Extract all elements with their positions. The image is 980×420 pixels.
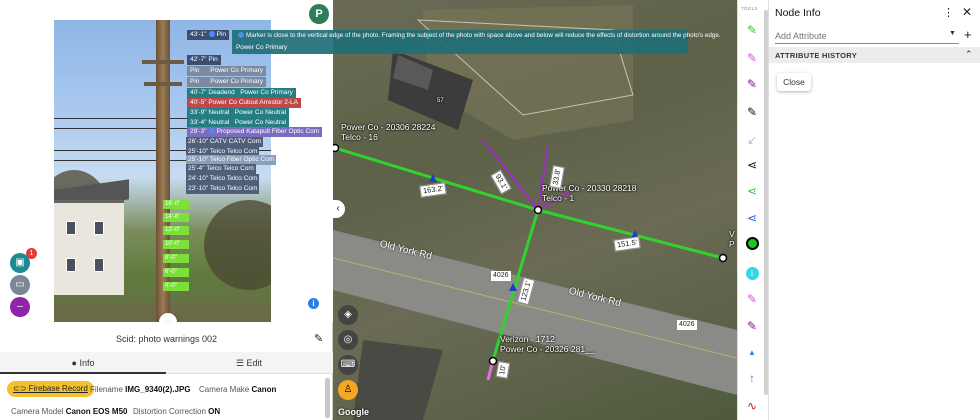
- photo-warning-banner: Marker is close to the vertical edge of …: [232, 30, 721, 54]
- node-label[interactable]: Power Co - 20306 28224 Telco - 16: [341, 122, 436, 142]
- close-icon[interactable]: ✕: [962, 5, 972, 19]
- sliders-icon: ☰: [235, 358, 245, 368]
- tag-row[interactable]: 40'-7" Deadend Power Co Primary: [187, 88, 296, 98]
- tag-row[interactable]: Pin Power Co Primary: [187, 77, 266, 87]
- node-label[interactable]: VP: [729, 229, 735, 249]
- panel-title: Node Info: [775, 7, 821, 19]
- wave-icon[interactable]: ∿: [744, 398, 760, 414]
- notification-badge: 1: [26, 248, 37, 259]
- more-vert-icon[interactable]: ⋮: [943, 6, 954, 19]
- share-black-icon[interactable]: ⋖: [744, 157, 760, 173]
- tag-row[interactable]: 25'-4" Telco Telco Com: [186, 164, 256, 174]
- pole-node: [718, 253, 728, 263]
- add-icon[interactable]: +: [964, 27, 972, 42]
- tag-row[interactable]: 42'-7" Pin: [187, 55, 221, 65]
- tag-row[interactable]: 26'-10" CATV CATV Com: [186, 137, 264, 147]
- node-info-panel: Node Info ⋮ ✕ ▼ + ATTRIBUTE HISTORY ⌃ Cl…: [768, 0, 980, 420]
- tag-row[interactable]: 23'-10" Telco Telco Com: [186, 184, 260, 194]
- photo-panel: 43'-1" Pin 42'-7" Pin Pin Power Co Primar…: [0, 0, 333, 420]
- height-marker[interactable]: 10'-0": [163, 240, 189, 249]
- tag-row[interactable]: 40'-5" Power Co Cutout Arrestor 2-LA: [187, 98, 301, 108]
- close-button[interactable]: Close: [777, 73, 811, 91]
- photo-info: ⊂⊃ Firebase Record Filename IMG_9340(2).…: [0, 376, 325, 420]
- tab-edit[interactable]: ☰ Edit: [166, 352, 332, 374]
- tag-row[interactable]: 28'-3" Proposed Katapult Fiber Optic Com: [187, 127, 323, 137]
- pencil-purple-icon[interactable]: ✎: [744, 76, 760, 92]
- span-line: [334, 146, 539, 212]
- locate-icon[interactable]: ◎: [338, 330, 358, 350]
- pencil-pink-icon[interactable]: ✎: [744, 50, 760, 66]
- firebase-record-link[interactable]: ⊂⊃ Firebase Record: [7, 381, 94, 397]
- share-blue-icon[interactable]: ⋖: [744, 210, 760, 226]
- building-number: 57: [437, 98, 444, 104]
- green-circle-icon[interactable]: [744, 237, 760, 253]
- pencil-magenta-icon[interactable]: ✎: [744, 291, 760, 307]
- tag-row[interactable]: 24'-10" Telco Telco Com: [186, 174, 260, 184]
- route-number: 4026: [677, 320, 697, 330]
- panel-header: Node Info ⋮ ✕: [769, 0, 980, 24]
- height-marker[interactable]: 4'-0": [163, 282, 189, 291]
- height-marker[interactable]: 6'-0": [163, 268, 189, 277]
- height-marker[interactable]: 18'-0": [163, 200, 189, 209]
- pole-node: [488, 356, 498, 366]
- height-marker[interactable]: 12'-0": [163, 226, 189, 235]
- pole-node: [533, 205, 543, 215]
- label-button[interactable]: ▭: [10, 275, 30, 295]
- distortion-field: Distortion Correction ON: [133, 407, 221, 416]
- share-green-icon[interactable]: ⋖: [744, 183, 760, 199]
- info-icon: [238, 32, 244, 39]
- route-number: 4026: [491, 271, 511, 281]
- keyboard-icon[interactable]: ⌨: [338, 355, 358, 375]
- pencil-dark-purple-icon[interactable]: ✎: [744, 318, 760, 334]
- tab-info[interactable]: ● Info: [0, 352, 166, 374]
- detail-tabs: ● Info ☰ Edit: [0, 352, 333, 374]
- info-icon[interactable]: i: [308, 298, 319, 309]
- pencil-icon[interactable]: ✎: [314, 332, 323, 345]
- street-view-icon[interactable]: ♙: [338, 380, 358, 400]
- scid-label: Scid: photo warnings 002: [115, 334, 218, 344]
- google-logo: Google: [338, 407, 369, 417]
- arrow-diagonal-icon[interactable]: ↙: [744, 132, 760, 148]
- user-avatar[interactable]: P: [309, 4, 329, 24]
- scrollbar[interactable]: [325, 378, 330, 418]
- camera-make-field: Camera Make Canon: [199, 385, 277, 394]
- node-label[interactable]: Verizon - 1712 Power Co - 20326 281__: [500, 334, 595, 354]
- height-marker[interactable]: 14'-8": [163, 213, 189, 222]
- warning-tag: Power Co Primary: [236, 44, 288, 51]
- span-line: [537, 208, 724, 260]
- pencil-black-icon[interactable]: ✎: [744, 104, 760, 120]
- arrow-up-icon[interactable]: ↑: [744, 370, 760, 386]
- tag-row[interactable]: Pin Power Co Primary: [187, 66, 266, 76]
- tree: [204, 200, 271, 290]
- house: [54, 200, 124, 295]
- tools-label: TOOLS: [741, 6, 758, 11]
- add-attribute-input[interactable]: [775, 28, 959, 44]
- height-marker[interactable]: 8'-0": [163, 254, 189, 263]
- attribute-history-header[interactable]: ATTRIBUTE HISTORY ⌃: [769, 47, 980, 63]
- info-icon: ●: [71, 358, 77, 368]
- pencil-green-icon[interactable]: ✎: [744, 22, 760, 38]
- pole-node: [333, 143, 340, 153]
- camera-model-field: Camera Model Canon EOS M50: [11, 407, 128, 416]
- map-view[interactable]: Power Co - 20306 28224 Telco - 16 Power C…: [333, 0, 737, 420]
- tag-row[interactable]: 43'-1" Pin: [187, 30, 229, 40]
- caret-down-icon[interactable]: ▼: [949, 30, 956, 37]
- caret-up-icon[interactable]: ▲: [744, 345, 760, 361]
- tool-rail: TOOLS ✎ ✎ ✎ ✎ ↙ ⋖ ⋖ ⋖ i ✎ ✎ ▲ ↑ ∿: [737, 0, 765, 420]
- scid-row: Scid: photo warnings 002 ✎: [0, 327, 333, 351]
- layers-icon[interactable]: ◈: [338, 305, 358, 325]
- filename-field: Filename IMG_9340(2).JPG: [90, 385, 191, 394]
- map-overlay: [333, 5, 737, 420]
- link-icon: ⊂⊃: [13, 384, 27, 393]
- tag-row[interactable]: 33'-9" Neutral Power Co Neutral: [187, 108, 290, 118]
- info-cyan-icon[interactable]: i: [744, 264, 760, 280]
- remove-button[interactable]: –: [10, 297, 30, 317]
- chevron-up-icon: ⌃: [965, 49, 973, 59]
